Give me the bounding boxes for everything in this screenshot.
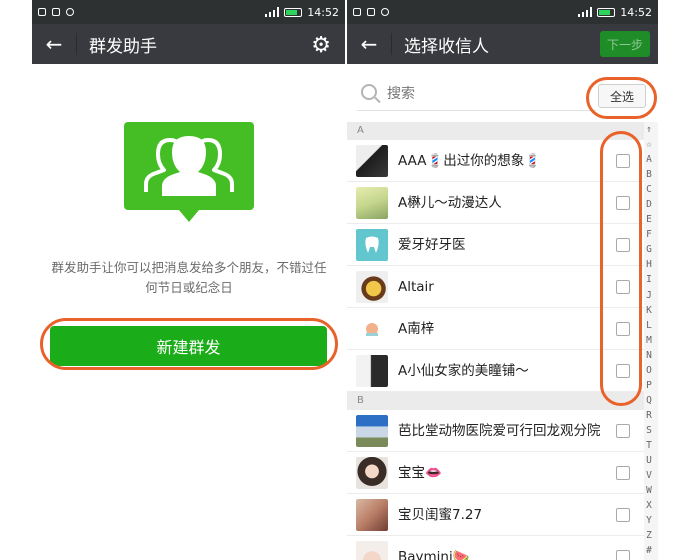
- index-letter[interactable]: M: [646, 333, 652, 348]
- avatar: [356, 499, 388, 531]
- index-letter[interactable]: G: [646, 242, 652, 257]
- next-step-button[interactable]: 下一步: [600, 31, 650, 57]
- record-notification-icon: [381, 8, 389, 16]
- index-letter[interactable]: W: [646, 483, 652, 498]
- contact-checkbox[interactable]: [616, 424, 630, 438]
- index-letter[interactable]: A: [646, 152, 652, 167]
- avatar: [356, 355, 388, 387]
- battery-icon: [597, 7, 616, 17]
- highlight-circle: [40, 318, 338, 370]
- avatar: [356, 415, 388, 447]
- avatar: [356, 187, 388, 219]
- app-notification-icon: [52, 8, 60, 16]
- checkbox-highlight: [600, 131, 642, 406]
- contact-name: A楙儿～动漫达人: [398, 195, 502, 211]
- contact-checkbox[interactable]: [616, 508, 630, 522]
- battery-icon: [284, 7, 303, 17]
- broadcast-assistant-screen: 14:52 ← 群发助手 ⚙ 群发助手让你可以把消息发给多个朋友，不错过任何节日…: [32, 0, 345, 560]
- status-time: 14:52: [307, 5, 339, 19]
- contact-name: 宝宝👄: [398, 465, 442, 481]
- index-letter[interactable]: V: [646, 468, 652, 483]
- avatar: [356, 145, 388, 177]
- index-letter[interactable]: H: [646, 257, 652, 272]
- contact-row[interactable]: 芭比堂动物医院爱可行回龙观分院: [347, 410, 644, 452]
- index-letter[interactable]: S: [646, 423, 652, 438]
- index-letter[interactable]: I: [646, 272, 652, 287]
- index-letter[interactable]: ↑: [646, 122, 652, 137]
- status-bar: 14:52: [347, 0, 658, 24]
- back-arrow-icon[interactable]: ←: [32, 24, 76, 64]
- description-text: 群发助手让你可以把消息发给多个朋友，不错过任何节日或纪念日: [51, 260, 327, 295]
- select-all-highlight: [586, 77, 657, 119]
- contact-checkbox[interactable]: [616, 550, 630, 560]
- signal-icon: [265, 7, 280, 17]
- page-title: 选择收信人: [404, 36, 489, 57]
- select-recipients-screen: 14:52 ← 选择收信人 下一步 全选 A AAA💈出过你的想象💈 A楙儿～动…: [347, 0, 658, 560]
- contact-name: A小仙女家的美瞳铺～: [398, 363, 529, 379]
- notification-icons: [38, 8, 74, 16]
- index-letter[interactable]: T: [646, 438, 652, 453]
- contact-row[interactable]: 宝宝👄: [347, 452, 644, 494]
- avatar: [356, 457, 388, 489]
- avatar: [356, 313, 388, 345]
- avatar: [356, 271, 388, 303]
- title-divider: [391, 33, 392, 55]
- index-letter[interactable]: O: [646, 363, 652, 378]
- index-letter[interactable]: #: [646, 543, 652, 558]
- contact-name: Baymini🍉: [398, 549, 470, 560]
- image-notification-icon: [38, 8, 46, 16]
- index-letter[interactable]: F: [646, 227, 652, 242]
- image-notification-icon: [353, 8, 361, 16]
- index-letter[interactable]: J: [646, 288, 652, 303]
- contact-name: 宝贝闺蜜7.27: [398, 507, 483, 523]
- index-letter[interactable]: K: [646, 303, 652, 318]
- contact-name: Altair: [398, 279, 434, 295]
- avatar: [356, 541, 388, 560]
- notification-icons: [353, 8, 389, 16]
- index-letter[interactable]: ☆: [646, 137, 652, 152]
- group-chat-icon: [124, 122, 254, 224]
- index-letter[interactable]: P: [646, 378, 652, 393]
- title-bar: ← 选择收信人 下一步: [347, 24, 658, 64]
- index-letter[interactable]: Q: [646, 393, 652, 408]
- index-letter[interactable]: D: [646, 197, 652, 212]
- contact-row[interactable]: Baymini🍉: [347, 536, 644, 560]
- back-arrow-icon[interactable]: ←: [347, 24, 391, 64]
- index-letter[interactable]: R: [646, 408, 652, 423]
- search-icon: [361, 84, 377, 100]
- contact-name: 爱牙好牙医: [398, 237, 466, 253]
- status-bar: 14:52: [32, 0, 345, 24]
- index-letter[interactable]: B: [646, 167, 652, 182]
- index-letter[interactable]: Z: [646, 528, 652, 543]
- contact-row[interactable]: 宝贝闺蜜7.27: [347, 494, 644, 536]
- section-header-a: A: [347, 122, 644, 140]
- search-underline: [357, 110, 596, 111]
- contact-name: 芭比堂动物医院爱可行回龙观分院: [398, 423, 601, 439]
- contact-name: A南梓: [398, 321, 435, 337]
- search-input[interactable]: [387, 84, 567, 104]
- page-title: 群发助手: [89, 36, 157, 57]
- title-bar: ← 群发助手 ⚙: [32, 24, 345, 64]
- index-letter[interactable]: Y: [646, 513, 652, 528]
- index-letter[interactable]: U: [646, 453, 652, 468]
- contact-checkbox[interactable]: [616, 466, 630, 480]
- contact-name: AAA💈出过你的想象💈: [398, 153, 542, 169]
- status-time: 14:52: [620, 5, 652, 19]
- alphabet-index[interactable]: ↑ ☆ A B C D E F G H I J K L M N O P Q R S T U V W X Y Z #: [642, 122, 656, 558]
- title-divider: [76, 33, 77, 55]
- avatar: [356, 229, 388, 261]
- signal-icon: [578, 7, 593, 17]
- section-header-b: B: [347, 392, 644, 410]
- index-letter[interactable]: E: [646, 212, 652, 227]
- index-letter[interactable]: X: [646, 498, 652, 513]
- gear-icon[interactable]: ⚙: [311, 33, 331, 58]
- index-letter[interactable]: C: [646, 182, 652, 197]
- record-notification-icon: [66, 8, 74, 16]
- index-letter[interactable]: L: [646, 318, 652, 333]
- app-notification-icon: [367, 8, 375, 16]
- index-letter[interactable]: N: [646, 348, 652, 363]
